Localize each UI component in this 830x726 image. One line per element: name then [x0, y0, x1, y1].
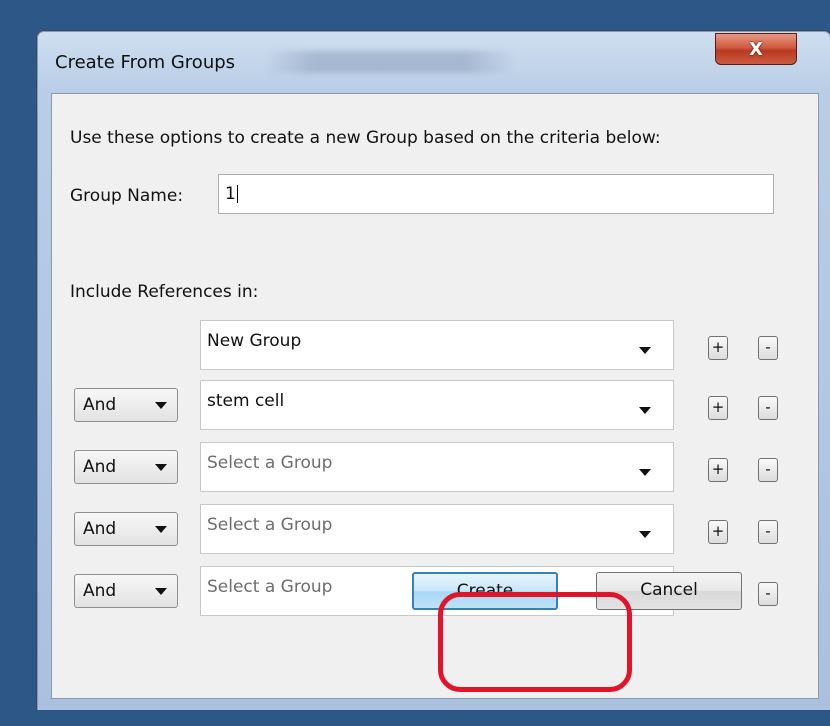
chevron-down-icon — [155, 526, 167, 533]
add-criteria-button[interactable]: + — [708, 336, 728, 360]
operator-select[interactable]: And — [74, 512, 178, 546]
instructions-text: Use these options to create a new Group … — [70, 128, 661, 148]
chevron-down-icon — [155, 588, 167, 595]
remove-criteria-button[interactable]: - — [758, 458, 778, 482]
title-bar[interactable]: Create From Groups X — [37, 31, 830, 93]
operator-select[interactable]: And — [74, 574, 178, 608]
remove-criteria-button[interactable]: - — [758, 520, 778, 544]
criteria-row: And Select a Group + - — [52, 504, 818, 554]
operator-value: And — [83, 581, 117, 601]
remove-criteria-button[interactable]: - — [758, 336, 778, 360]
operator-select[interactable]: And — [74, 450, 178, 484]
chevron-down-icon — [639, 469, 651, 476]
chevron-down-icon — [155, 464, 167, 471]
group-combobox[interactable]: Select a Group — [200, 504, 674, 554]
dialog-title: Create From Groups — [55, 52, 236, 73]
operator-value: And — [83, 519, 117, 539]
group-combobox[interactable]: Select a Group — [200, 442, 674, 492]
group-combobox-placeholder: Select a Group — [207, 515, 333, 535]
chevron-down-icon — [155, 402, 167, 409]
remove-criteria-button[interactable]: - — [758, 396, 778, 420]
close-icon: X — [749, 38, 763, 60]
group-name-label: Group Name: — [70, 186, 184, 206]
group-combobox[interactable]: stem cell — [200, 380, 674, 430]
blurred-title-region — [265, 51, 515, 73]
criteria-row: New Group + - — [52, 320, 818, 370]
chevron-down-icon — [639, 347, 651, 354]
include-references-label: Include References in: — [70, 282, 259, 302]
criteria-row: And Select a Group + - — [52, 442, 818, 492]
highlight-annotation — [438, 592, 632, 692]
operator-value: And — [83, 395, 117, 415]
close-button[interactable]: X — [715, 33, 797, 65]
add-criteria-button[interactable]: + — [708, 396, 728, 420]
group-combobox-placeholder: Select a Group — [207, 453, 333, 473]
operator-select[interactable]: And — [74, 388, 178, 422]
add-criteria-button[interactable]: + — [708, 520, 728, 544]
desktop-background-bottom — [36, 710, 830, 726]
text-caret — [236, 185, 238, 203]
group-combobox[interactable]: New Group — [200, 320, 674, 370]
chevron-down-icon — [639, 531, 651, 538]
criteria-row: And stem cell + - — [52, 380, 818, 430]
group-combobox-placeholder: Select a Group — [207, 577, 333, 597]
group-combobox-value: stem cell — [207, 391, 285, 411]
desktop-background — [0, 0, 38, 726]
remove-criteria-button[interactable]: - — [758, 582, 778, 606]
add-criteria-button[interactable]: + — [708, 458, 728, 482]
group-name-input[interactable]: 1 — [218, 174, 774, 214]
operator-value: And — [83, 457, 117, 477]
chevron-down-icon — [639, 407, 651, 414]
group-combobox-value: New Group — [207, 331, 302, 351]
group-name-value: 1 — [225, 184, 236, 204]
